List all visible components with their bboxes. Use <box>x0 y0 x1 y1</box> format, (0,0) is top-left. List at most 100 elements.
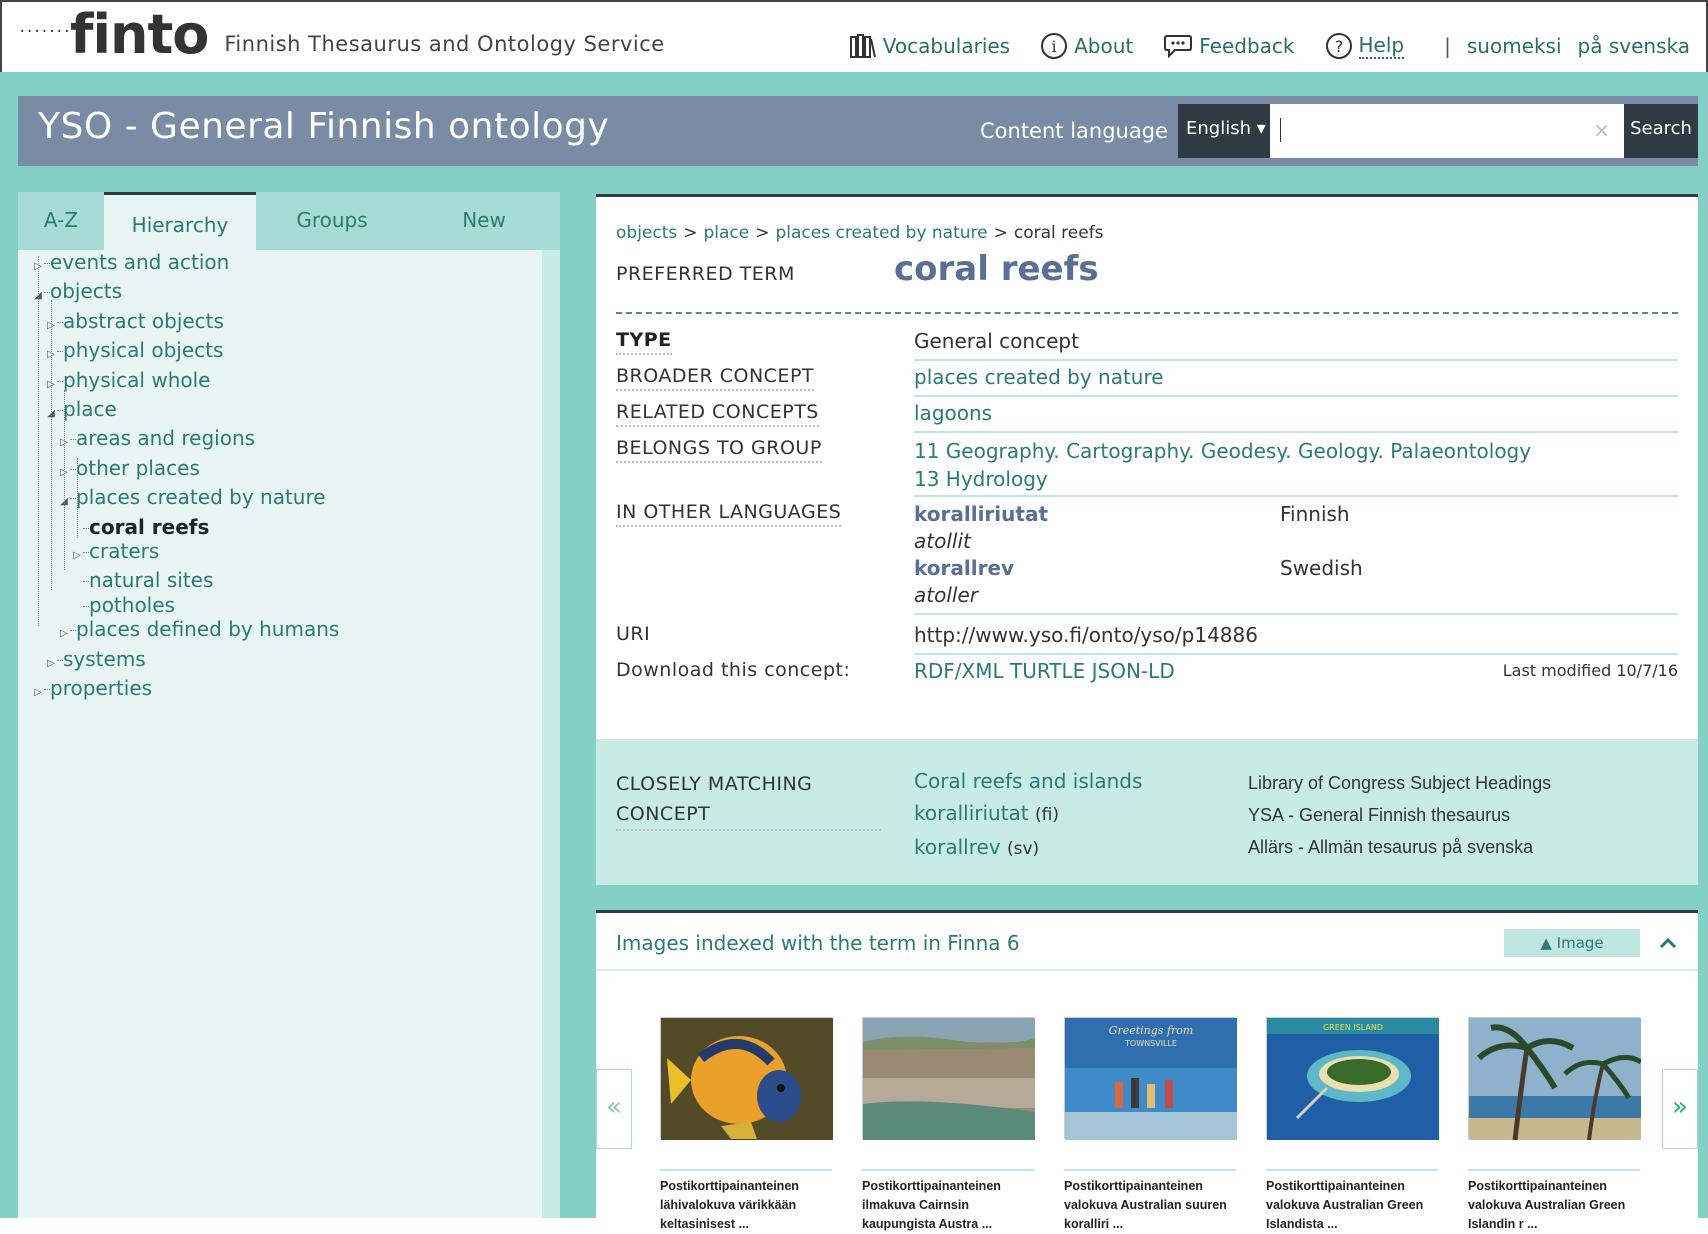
thumbnail-caption[interactable]: Postikorttipainanteinen lähivalokuva väri… <box>660 1169 832 1234</box>
images-heading[interactable]: Images indexed with the term in Finna 6 <box>616 931 1020 955</box>
related-link[interactable]: lagoons <box>914 401 992 425</box>
expand-toggle-icon[interactable]: ▷ <box>58 622 70 646</box>
tree-node[interactable]: ▷ areas and regions <box>32 426 552 455</box>
finto-logo[interactable]: ······· finto Finnish Thesaurus and Onto… <box>18 8 665 62</box>
broader-link[interactable]: places created by nature <box>914 365 1164 389</box>
matching-term-link[interactable]: korallrev <box>914 835 1001 859</box>
uri-value[interactable]: http://www.yso.fi/onto/yso/p14886 <box>914 623 1678 655</box>
search-input[interactable]: × <box>1270 104 1624 158</box>
expand-toggle-icon[interactable]: ▷ <box>71 544 83 568</box>
breadcrumb-item[interactable]: places created by nature <box>776 223 988 243</box>
tree-node[interactable]: potholes <box>32 593 552 617</box>
thumbnail-image[interactable]: Greetings from TOWNSVILLE <box>1064 1017 1237 1140</box>
tab-new[interactable]: New <box>408 192 560 250</box>
breadcrumb-item[interactable]: place <box>704 223 750 243</box>
thumbnail-caption[interactable]: Postikorttipainanteinen valokuva Australi… <box>1468 1169 1640 1234</box>
carousel-next-button[interactable]: » <box>1662 1069 1698 1149</box>
tree-node-label[interactable]: places created by nature <box>76 485 326 509</box>
tree-node[interactable]: coral reefs <box>32 515 552 539</box>
tree-node[interactable]: natural sites <box>32 568 552 592</box>
tree-node-label[interactable]: areas and regions <box>76 426 255 450</box>
tree-node-label[interactable]: potholes <box>89 593 175 617</box>
tab-a-z[interactable]: A-Z <box>18 192 104 250</box>
tree-node-label[interactable]: coral reefs <box>89 515 209 539</box>
tree-node-label[interactable]: objects <box>50 279 122 303</box>
thumbnail-caption[interactable]: Postikorttipainanteinen ilmakuva Cairnsin… <box>862 1169 1034 1234</box>
tree-node[interactable]: ◢ place <box>32 397 552 426</box>
expand-toggle-icon[interactable]: ▷ <box>32 681 44 705</box>
image-thumbnail-card[interactable]: Postikorttipainanteinen valokuva Australi… <box>1468 1017 1643 1234</box>
download-jsonld-link[interactable]: JSON-LD <box>1092 659 1175 683</box>
tree-node-label[interactable]: natural sites <box>89 568 213 592</box>
breadcrumb-item[interactable]: objects <box>616 223 677 243</box>
tree-node[interactable]: ▷ properties <box>32 676 552 705</box>
tab-groups[interactable]: Groups <box>256 192 408 250</box>
tree-node-label[interactable]: events and action <box>50 250 229 274</box>
clear-search-icon[interactable]: × <box>1593 118 1610 142</box>
tree-node-label[interactable]: properties <box>50 676 152 700</box>
download-turtle-link[interactable]: TURTLE <box>1010 659 1085 683</box>
other-languages-label[interactable]: IN OTHER LANGUAGES <box>616 501 842 527</box>
tree-node[interactable]: ▷ other places <box>32 456 552 485</box>
thumbnail-image[interactable] <box>1468 1017 1643 1141</box>
tree-node-label[interactable]: other places <box>76 456 200 480</box>
closely-matching-label[interactable]: CLOSELY MATCHING CONCEPT <box>616 769 881 831</box>
content-language-dropdown[interactable]: English ▾ <box>1178 104 1270 158</box>
tree-node-label[interactable]: places defined by humans <box>76 617 339 641</box>
related-label[interactable]: RELATED CONCEPTS <box>616 401 819 427</box>
tree-node[interactable]: ◢ objects <box>32 279 552 308</box>
tree-node[interactable]: ▷ abstract objects <box>32 309 552 338</box>
vocabulary-title[interactable]: YSO - General Finnish ontology <box>38 106 609 147</box>
thumbnail-caption[interactable]: Postikorttipainanteinen valokuva Australi… <box>1266 1169 1438 1234</box>
nav-about[interactable]: i About <box>1040 32 1133 60</box>
thumbnail-image[interactable] <box>862 1017 1035 1140</box>
group-link[interactable]: 11 Geography. Cartography. Geodesy. Geol… <box>914 439 1531 463</box>
preferred-term-label: PREFERRED TERM <box>616 263 795 285</box>
tree-node[interactable]: ▷ systems <box>32 647 552 676</box>
image-thumbnail-card[interactable]: Greetings from TOWNSVILLE Postikorttipaina… <box>1064 1017 1237 1234</box>
tab-hierarchy[interactable]: Hierarchy <box>104 192 256 250</box>
thumbnail-image[interactable] <box>660 1017 833 1140</box>
tree-node-label[interactable]: physical whole <box>63 368 210 392</box>
tree-node[interactable]: ▷ places defined by humans <box>32 617 552 646</box>
nav-vocabularies[interactable]: Vocabularies <box>849 33 1010 59</box>
tree-node[interactable]: ▷ events and action <box>32 250 552 279</box>
tree-node-label[interactable]: craters <box>89 539 159 563</box>
tree-node[interactable]: ▷ physical whole <box>32 368 552 397</box>
logo-dots: ······· <box>18 24 71 40</box>
tree-node[interactable]: ▷ physical objects <box>32 338 552 367</box>
download-rdf-link[interactable]: RDF/XML <box>914 659 1004 683</box>
thumbnail-image[interactable]: GREEN ISLAND <box>1266 1017 1439 1140</box>
collapse-icon[interactable] <box>1658 931 1678 956</box>
expand-toggle-icon[interactable]: ▷ <box>45 652 57 676</box>
nav-feedback[interactable]: Feedback <box>1163 33 1295 59</box>
type-label[interactable]: TYPE <box>616 329 672 355</box>
search-button[interactable]: Search <box>1624 104 1698 158</box>
group-link[interactable]: 13 Hydrology <box>914 467 1048 491</box>
matching-term-lang: (fi) <box>1035 805 1059 825</box>
matching-term-link[interactable]: koralliriutat <box>914 801 1029 825</box>
breadcrumb: objects > place > places created by nature > c… <box>616 223 1104 243</box>
broader-label[interactable]: BROADER CONCEPT <box>616 365 815 391</box>
image-filter-button[interactable]: ▲ Image <box>1504 929 1640 957</box>
matching-term-link[interactable]: Coral reefs and islands <box>914 769 1142 793</box>
image-thumbnail-card[interactable]: Postikorttipainanteinen ilmakuva Cairnsin… <box>862 1017 1035 1234</box>
closely-matching-label-line1: CLOSELY MATCHING <box>616 773 813 795</box>
image-thumbnail-card[interactable]: Postikorttipainanteinen lähivalokuva väri… <box>660 1017 833 1234</box>
lang-link-finnish[interactable]: suomeksi <box>1467 34 1562 58</box>
thumbnail-caption[interactable]: Postikorttipainanteinen valokuva Australi… <box>1064 1169 1236 1234</box>
lang-link-swedish[interactable]: på svenska <box>1578 34 1690 58</box>
image-thumbnail-card[interactable]: GREEN ISLAND Postikorttipainanteinen valok… <box>1266 1017 1439 1234</box>
tree-node-label[interactable]: physical objects <box>63 338 223 362</box>
tree-node[interactable]: ▷ craters <box>32 539 552 568</box>
group-label[interactable]: BELONGS TO GROUP <box>616 437 822 463</box>
tree-node-label[interactable]: place <box>63 397 117 421</box>
nav-help[interactable]: ? Help <box>1325 32 1405 60</box>
related-value: lagoons <box>914 401 1678 433</box>
sidebar-scrollbar[interactable] <box>542 250 560 1218</box>
tree-node[interactable]: ◢ places created by nature <box>32 485 552 514</box>
carousel-prev-button[interactable]: « <box>596 1069 632 1149</box>
tree-node-label[interactable]: systems <box>63 647 146 671</box>
other-language-entry: koralliriutat Finnish <box>914 501 1678 528</box>
tree-node-label[interactable]: abstract objects <box>63 309 224 333</box>
